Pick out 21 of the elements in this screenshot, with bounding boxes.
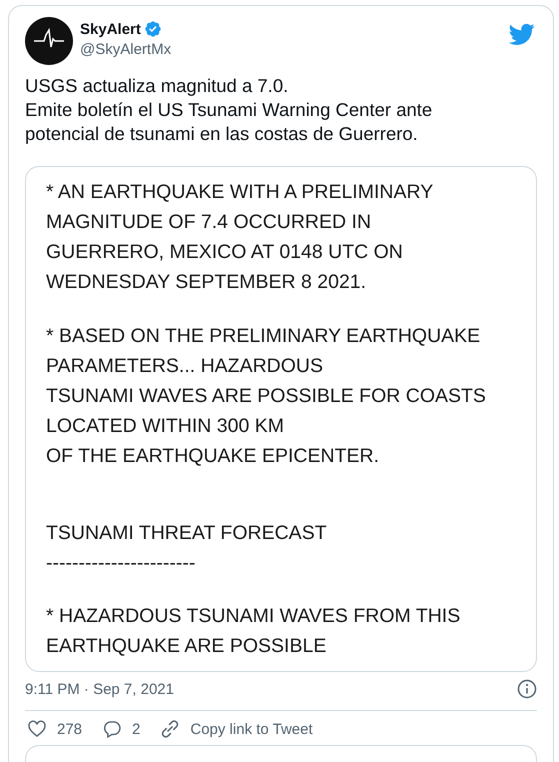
author-handle[interactable]: @SkyAlertMx: [80, 41, 505, 58]
tweet-text: Emite boletín el US Tsunami Warning Center ante potencial de tsunami en las costas de Guerrero.: [25, 98, 434, 146]
author-name[interactable]: SkyAlert: [80, 20, 141, 38]
copy-link-button[interactable]: Copy link to Tweet: [158, 719, 313, 739]
reply-button[interactable]: 2: [100, 719, 140, 739]
document-line: WEDNESDAY SEPTEMBER 8 2021.: [46, 270, 366, 295]
document-line: PARAMETERS... HAZARDOUS: [46, 354, 324, 378]
tweet-timestamp[interactable]: 9:11 PM · Sep 7, 2021: [25, 680, 174, 698]
document-line: * AN EARTHQUAKE WITH A PRELIMINARY: [46, 180, 434, 205]
like-button[interactable]: 278: [25, 719, 82, 739]
document-line: MAGNITUDE OF 7.4 OCCURRED IN: [46, 210, 372, 235]
document-line: OF THE EARTHQUAKE EPICENTER.: [46, 444, 380, 468]
document-line: * BASED ON THE PRELIMINARY EARTHQUAKE: [46, 324, 480, 348]
document-line: -----------------------: [46, 550, 196, 576]
document-line: * HAZARDOUS TSUNAMI WAVES FROM THIS: [46, 604, 460, 629]
document-line: TSUNAMI WAVES ARE POSSIBLE FOR COASTS: [46, 384, 486, 408]
document-line: GUERRERO, MEXICO AT 0148 UTC ON: [46, 240, 403, 265]
tweet-text: USGS actualiza magnitud a 7.0.: [25, 74, 290, 98]
document-line: TSUNAMI THREAT FORECAST: [46, 520, 327, 546]
document-line: EARTHQUAKE ARE POSSIBLE: [46, 634, 326, 659]
document-line: LOCATED WITHIN 300 KM: [46, 414, 284, 438]
